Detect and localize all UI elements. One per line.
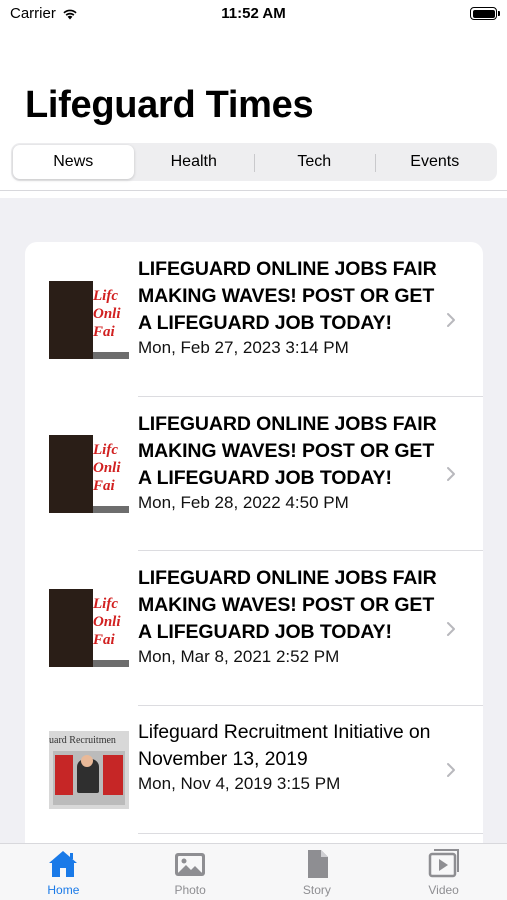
tab-story[interactable]: Story <box>254 844 381 900</box>
segment-tech[interactable]: Tech <box>254 145 375 179</box>
article-title: LIFEGUARD ONLINE JOBS FAIR MAKING WAVES!… <box>138 413 437 489</box>
header-divider <box>0 190 507 191</box>
photo-icon <box>175 853 206 876</box>
battery-icon <box>470 7 500 20</box>
segment-news[interactable]: News <box>13 145 134 179</box>
article-thumbnail: uard Recruitmen <box>49 731 129 809</box>
article-date: Mon, Nov 4, 2019 3:15 PM <box>138 774 341 793</box>
category-segmented-control: News Health Tech Events <box>11 143 497 181</box>
thumbnail-caption: uard Recruitmen <box>49 735 116 746</box>
home-icon <box>49 851 78 877</box>
tab-home-label: Home <box>47 883 80 897</box>
segment-health[interactable]: Health <box>134 145 255 179</box>
thumbnail-caption: Lifc Onli Fai <box>93 442 121 494</box>
tab-video-label: Video <box>428 883 459 897</box>
tab-home[interactable]: Home <box>0 844 127 900</box>
article-thumbnail: Lifc Onli Fai <box>49 435 129 513</box>
tab-video[interactable]: Video <box>380 844 507 900</box>
thumbnail-caption: Lifc Onli Fai <box>93 288 121 340</box>
segment-events[interactable]: Events <box>374 145 496 179</box>
tab-photo-label: Photo <box>174 883 206 897</box>
clock: 11:52 AM <box>221 5 286 22</box>
thumbnail-caption: Lifc Onli Fai <box>93 596 121 648</box>
tab-photo[interactable]: Photo <box>127 844 254 900</box>
article-row[interactable]: Lifc Onli Fai LIFEGUARD ONLINE JOBS FAIR… <box>25 551 483 706</box>
chevron-right-icon <box>447 763 455 777</box>
status-bar: Carrier 11:52 AM <box>0 0 507 30</box>
article-list: Lifc Onli Fai LIFEGUARD ONLINE JOBS FAIR… <box>25 242 483 843</box>
article-row[interactable]: uard Recruitmen Lifeguard Recruitment In… <box>25 706 483 834</box>
article-thumbnail: Lifc Onli Fai <box>49 589 129 667</box>
video-icon <box>428 849 459 878</box>
article-row[interactable]: Lifc Onli Fai LIFEGUARD ONLINE JOBS FAIR… <box>25 397 483 551</box>
article-date: Mon, Feb 28, 2022 4:50 PM <box>138 493 349 512</box>
tab-bar: Home Photo Story Video <box>0 843 507 900</box>
article-date: Mon, Feb 27, 2023 3:14 PM <box>138 338 349 357</box>
article-thumbnail: Lifc Onli Fai <box>49 281 129 359</box>
story-icon <box>307 850 328 878</box>
article-title: LIFEGUARD ONLINE JOBS FAIR MAKING WAVES!… <box>138 567 437 643</box>
chevron-right-icon <box>447 467 455 481</box>
chevron-right-icon <box>447 622 455 636</box>
article-title: Lifeguard Recruitment Initiative on Nove… <box>138 721 431 770</box>
tab-story-label: Story <box>302 883 331 897</box>
chevron-right-icon <box>447 313 455 327</box>
article-title: LIFEGUARD ONLINE JOBS FAIR MAKING WAVES!… <box>138 258 437 334</box>
article-date: Mon, Mar 8, 2021 2:52 PM <box>138 647 340 666</box>
article-row[interactable]: Lifc Onli Fai LIFEGUARD ONLINE JOBS FAIR… <box>25 242 483 397</box>
page-title: Lifeguard Times <box>25 84 314 126</box>
